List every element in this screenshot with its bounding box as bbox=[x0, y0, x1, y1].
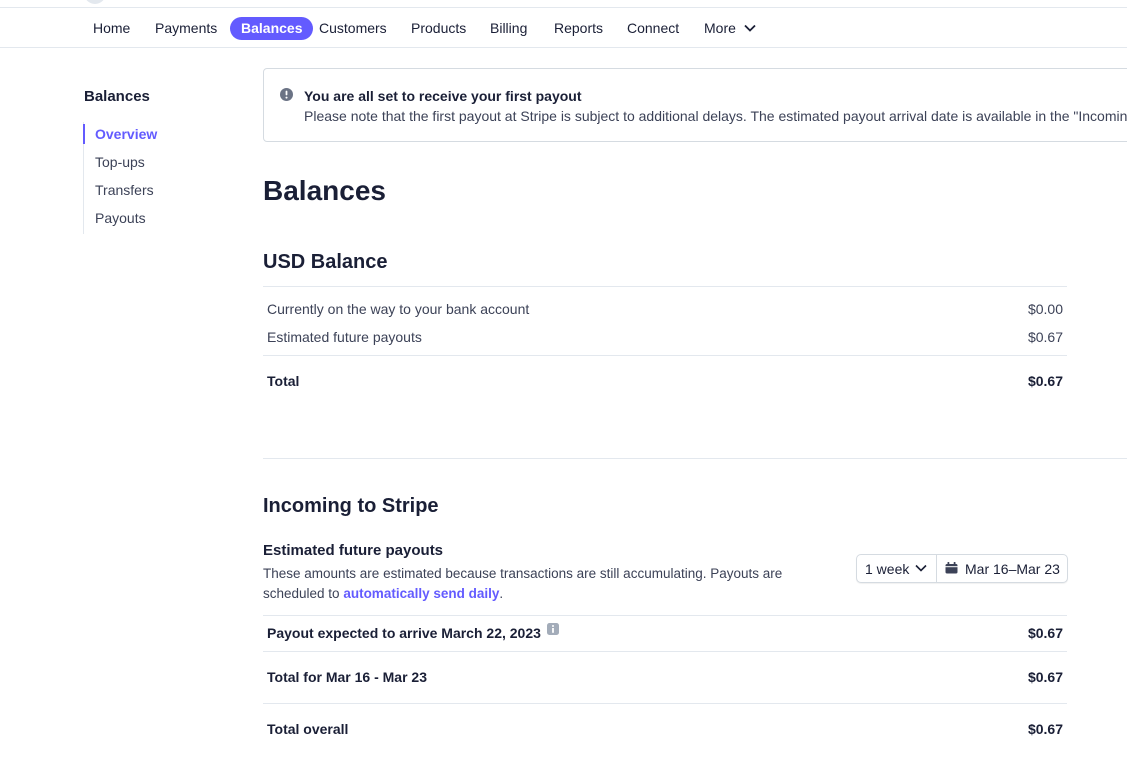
chevron-down-icon bbox=[915, 564, 927, 572]
nav-balances[interactable]: Balances bbox=[230, 17, 314, 40]
sidebar-item-top-ups[interactable]: Top-ups bbox=[84, 150, 157, 178]
period-select-value: 1 week bbox=[865, 561, 910, 577]
nav-customers[interactable]: Customers bbox=[308, 17, 398, 40]
first-payout-alert: You are all set to receive your first pa… bbox=[263, 68, 1127, 142]
nav-payments[interactable]: Payments bbox=[144, 17, 228, 40]
divider bbox=[263, 651, 1067, 652]
divider bbox=[263, 286, 1067, 287]
sidebar-nav: Overview Top-ups Transfers Payouts bbox=[82, 122, 157, 234]
nav-connect[interactable]: Connect bbox=[616, 17, 690, 40]
account-avatar[interactable] bbox=[84, 0, 106, 4]
nav-more-label: More bbox=[704, 20, 736, 36]
estimated-future-payouts-title: Estimated future payouts bbox=[263, 542, 444, 559]
exclamation-circle-icon bbox=[280, 88, 293, 101]
page-title: Balances bbox=[263, 175, 386, 206]
description-text: These amounts are estimated because tran… bbox=[263, 566, 783, 601]
info-icon[interactable] bbox=[546, 623, 559, 635]
incoming-title: Incoming to Stripe bbox=[263, 495, 439, 517]
period-filter: 1 week Mar 16–Mar 23 bbox=[856, 554, 1068, 583]
period-select[interactable]: 1 week bbox=[857, 555, 937, 582]
nav-home[interactable]: Home bbox=[82, 17, 141, 40]
usd-balance-title: USD Balance bbox=[263, 251, 388, 273]
main-nav: Home Payments Balances Customers Product… bbox=[0, 8, 1127, 48]
date-range-value: Mar 16–Mar 23 bbox=[965, 561, 1060, 577]
payout-expected-value: $0.67 bbox=[1027, 625, 1063, 641]
estimated-description: These amounts are estimated because tran… bbox=[263, 564, 823, 604]
nav-reports[interactable]: Reports bbox=[543, 17, 614, 40]
top-strip bbox=[0, 0, 1127, 8]
payout-expected-row: Payout expected to arrive March 22, 2023 bbox=[267, 623, 559, 641]
sidebar-item-payouts[interactable]: Payouts bbox=[84, 206, 157, 234]
automatic-payouts-link[interactable]: automatically send daily bbox=[343, 586, 499, 601]
total-range-value: $0.67 bbox=[1027, 669, 1063, 685]
on-the-way-label: Currently on the way to your bank accoun… bbox=[267, 301, 530, 317]
section-divider bbox=[263, 458, 1127, 459]
total-overall-value: $0.67 bbox=[1027, 721, 1063, 737]
payout-expected-label: Payout expected to arrive March 22, 2023 bbox=[267, 625, 541, 641]
divider bbox=[263, 355, 1067, 356]
total-range-label: Total for Mar 16 - Mar 23 bbox=[267, 669, 428, 685]
total-overall-label: Total overall bbox=[267, 721, 349, 737]
sidebar-item-transfers[interactable]: Transfers bbox=[84, 178, 157, 206]
date-range-picker[interactable]: Mar 16–Mar 23 bbox=[937, 555, 1067, 582]
usd-total-value: $0.67 bbox=[1027, 373, 1063, 389]
nav-products[interactable]: Products bbox=[400, 17, 477, 40]
sidebar-item-overview[interactable]: Overview bbox=[82, 122, 157, 150]
estimated-future-label: Estimated future payouts bbox=[267, 329, 422, 345]
calendar-icon bbox=[945, 562, 958, 574]
alert-body: Please note that the first payout at Str… bbox=[304, 108, 1127, 124]
divider bbox=[263, 615, 1067, 616]
nav-more[interactable]: More bbox=[693, 17, 767, 40]
description-suffix: . bbox=[499, 586, 504, 601]
usd-total-label: Total bbox=[267, 373, 300, 389]
estimated-future-value: $0.67 bbox=[1027, 329, 1063, 345]
on-the-way-value: $0.00 bbox=[1027, 301, 1063, 317]
nav-billing[interactable]: Billing bbox=[479, 17, 538, 40]
alert-title: You are all set to receive your first pa… bbox=[304, 88, 582, 104]
divider bbox=[263, 703, 1067, 704]
chevron-down-icon bbox=[744, 25, 756, 33]
sidebar-title: Balances bbox=[84, 88, 150, 105]
